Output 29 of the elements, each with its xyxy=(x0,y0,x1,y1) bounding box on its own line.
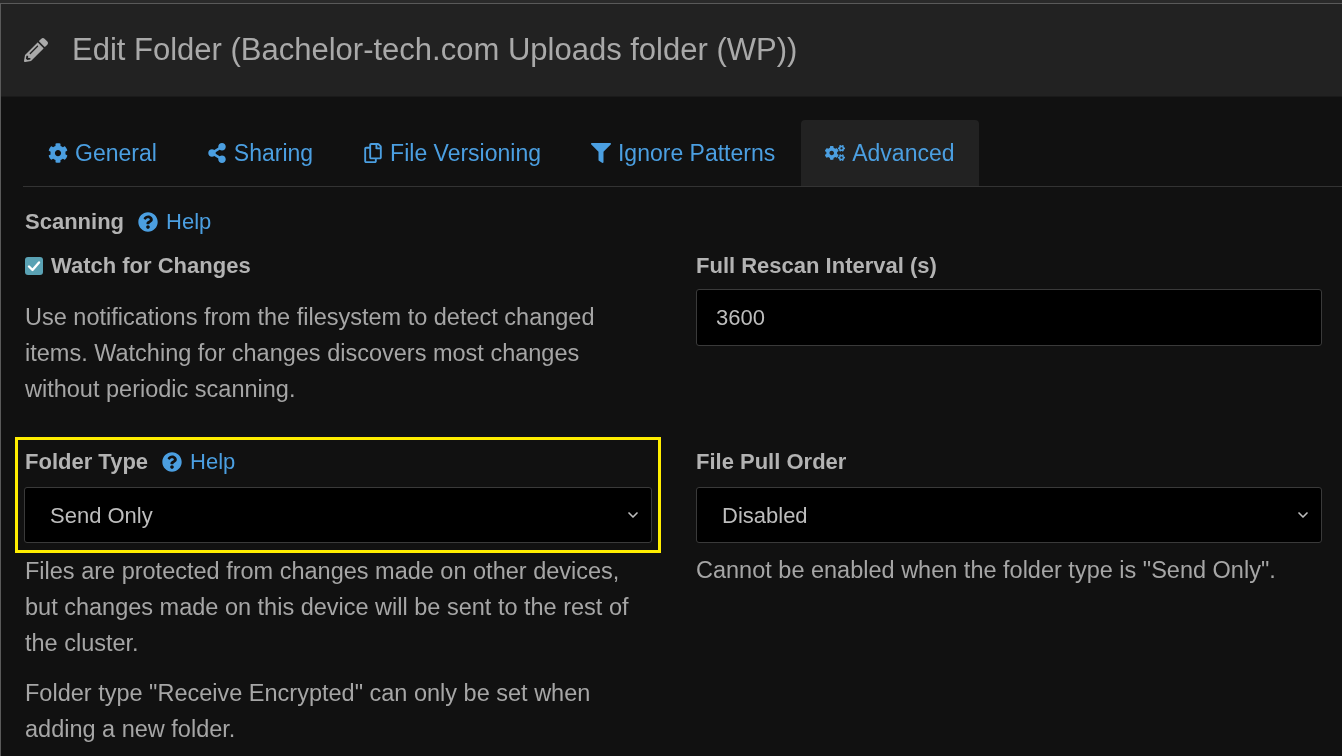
dialog-title: Edit Folder (Bachelor-tech.com Uploads folder (WP)) xyxy=(72,30,798,69)
interval-input[interactable]: 3600 xyxy=(696,289,1322,346)
help-text: Cannot be enabled when the folder type is "Send Only". xyxy=(696,556,1277,585)
help-text: Files are protected from changes made on other devices, but changes made on this device will be sent to the rest of the cluster. xyxy=(25,557,630,658)
gears-icon xyxy=(825,143,846,163)
tab[interactable]: General xyxy=(24,120,181,186)
copy-icon xyxy=(363,143,384,163)
help-link[interactable]: Help xyxy=(162,447,236,477)
tab[interactable]: Advanced xyxy=(801,120,979,186)
folder-type-select[interactable]: Send Only xyxy=(24,487,652,543)
gear-icon xyxy=(48,143,68,163)
tab[interactable]: Ignore Patterns xyxy=(566,120,800,186)
help-icon xyxy=(138,212,158,232)
help-text: Folder type "Receive Encrypted" can only be set when adding a new folder. xyxy=(25,679,592,744)
help-text: Use notifications from the filesystem to detect changed items. Watching for changes discovers most changes without periodic scanning. xyxy=(25,303,596,404)
checkbox[interactable] xyxy=(25,257,43,275)
help-icon xyxy=(162,452,183,472)
tab[interactable]: Sharing xyxy=(182,120,338,186)
share-icon xyxy=(206,143,227,163)
pull-order-select[interactable]: Disabled xyxy=(696,487,1322,543)
pencil-icon xyxy=(24,38,48,62)
filter-icon xyxy=(590,143,611,163)
section-heading: Scanning xyxy=(25,208,124,236)
field-label: Folder Type xyxy=(25,448,149,476)
checkbox-label: Watch for Changes xyxy=(51,252,251,280)
tab[interactable]: File Versioning xyxy=(339,120,565,186)
help-link[interactable]: Help xyxy=(138,207,212,237)
field-label: Full Rescan Interval (s) xyxy=(696,252,938,280)
field-label: File Pull Order xyxy=(696,448,848,476)
